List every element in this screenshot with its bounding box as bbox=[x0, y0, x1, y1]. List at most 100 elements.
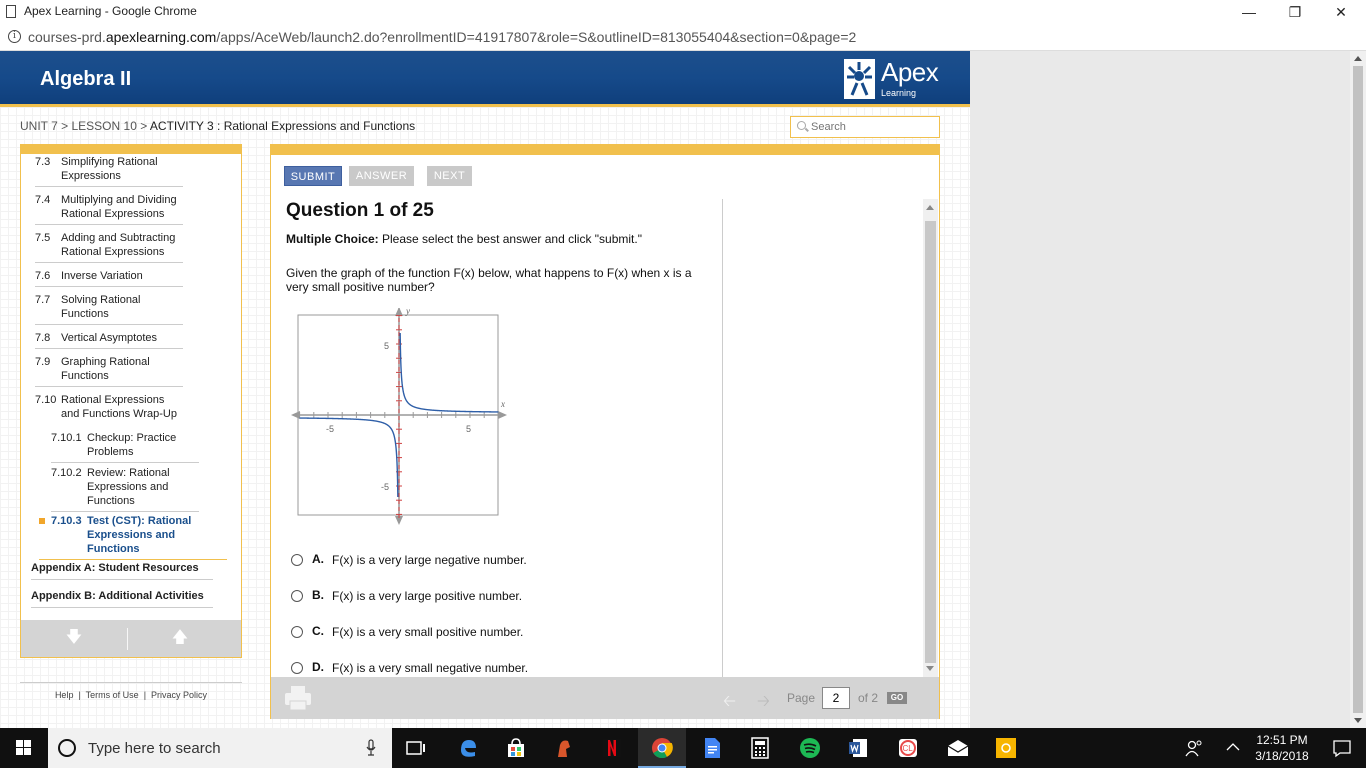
breadcrumb-unit[interactable]: UNIT 7 bbox=[20, 119, 58, 133]
choice-text: F(x) is a very large positive number. bbox=[332, 589, 523, 603]
breadcrumb-activity: ACTIVITY 3 : Rational Expressions and Fu… bbox=[149, 119, 416, 133]
mail-icon[interactable] bbox=[934, 728, 982, 768]
page-number-input[interactable] bbox=[822, 687, 850, 709]
microphone-icon[interactable] bbox=[366, 739, 376, 757]
sidebar-item-7-3[interactable]: 7.3 Simplifying Rational Expressions bbox=[35, 155, 183, 187]
x-axis-label: x bbox=[500, 399, 505, 409]
restore-button[interactable]: ❐ bbox=[1272, 0, 1318, 24]
logo-sub: Learning bbox=[881, 88, 917, 98]
item-number: 7.6 bbox=[35, 270, 51, 282]
scroll-down-icon[interactable] bbox=[926, 666, 934, 671]
sidebar-item-7-4[interactable]: 7.4 Multiplying and Dividing Rational Exp… bbox=[35, 193, 183, 225]
choice-letter: B. bbox=[312, 588, 324, 602]
scroll-up-arrow-icon[interactable]: 🡅 bbox=[170, 628, 190, 648]
sidebar-item-7-10-2[interactable]: 7.10.2 Review: Rational Expressions and F… bbox=[51, 466, 199, 512]
sidebar-appendix-b[interactable]: Appendix B: Additional Activities bbox=[31, 590, 213, 608]
url-text[interactable]: courses-prd.apexlearning.com/apps/AceWeb… bbox=[28, 29, 856, 45]
taskbar-search-text: Type here to search bbox=[88, 740, 221, 757]
radio-button[interactable] bbox=[291, 590, 303, 602]
sidebar-item-7-10-3[interactable]: 7.10.3 Test (CST): Rational Expressions a… bbox=[39, 514, 227, 560]
spotify-icon[interactable] bbox=[786, 728, 834, 768]
sidebar-item-7-8[interactable]: 7.8 Vertical Asymptotes bbox=[35, 331, 183, 349]
y-tick-label-neg5: -5 bbox=[381, 482, 389, 492]
task-view-icon[interactable] bbox=[392, 728, 440, 768]
radio-button[interactable] bbox=[291, 626, 303, 638]
radio-button[interactable] bbox=[291, 554, 303, 566]
item-label: Simplifying Rational Expressions bbox=[61, 156, 158, 182]
search-icon bbox=[797, 121, 806, 130]
next-button[interactable]: NEXT bbox=[427, 166, 472, 186]
sidebar-appendix-a[interactable]: Appendix A: Student Resources bbox=[31, 562, 213, 580]
choice-letter: D. bbox=[312, 660, 324, 674]
answer-button[interactable]: ANSWER bbox=[349, 166, 414, 186]
clipper-icon[interactable]: CL bbox=[884, 728, 932, 768]
panel-divider bbox=[722, 199, 723, 677]
y-axis-label: y bbox=[405, 308, 410, 316]
url-domain: apexlearning.com bbox=[105, 29, 217, 45]
instruction-label: Multiple Choice: bbox=[286, 232, 379, 246]
search-box[interactable] bbox=[790, 116, 940, 138]
minimize-button[interactable]: — bbox=[1226, 0, 1272, 24]
question-instruction: Multiple Choice: Please select the best … bbox=[286, 232, 642, 246]
taskbar-search[interactable]: Type here to search bbox=[48, 728, 392, 768]
item-number: 7.10.1 bbox=[51, 432, 82, 444]
address-bar[interactable]: i courses-prd.apexlearning.com/apps/AceW… bbox=[0, 24, 1366, 51]
print-icon[interactable] bbox=[284, 685, 312, 711]
google-docs-icon[interactable] bbox=[688, 728, 736, 768]
breadcrumb-lesson[interactable]: LESSON 10 bbox=[72, 119, 137, 133]
chrome-icon[interactable] bbox=[638, 728, 686, 768]
sidebar-item-7-5[interactable]: 7.5 Adding and Subtracting Rational Expre… bbox=[35, 231, 183, 263]
scroll-thumb[interactable] bbox=[1353, 66, 1363, 713]
window-titlebar: Apex Learning - Google Chrome — ❐ ✕ bbox=[0, 0, 1366, 24]
choice-letter: C. bbox=[312, 624, 324, 638]
edge-browser-icon[interactable] bbox=[444, 728, 492, 768]
scroll-down-arrow-icon[interactable]: 🡇 bbox=[64, 628, 84, 648]
question-scrollbar[interactable] bbox=[923, 199, 938, 677]
taskbar-clock[interactable]: 12:51 PM 3/18/2018 bbox=[1244, 732, 1320, 764]
netflix-icon[interactable] bbox=[588, 728, 636, 768]
terms-link[interactable]: Terms of Use bbox=[86, 690, 139, 700]
store-icon[interactable] bbox=[492, 728, 540, 768]
sidebar-item-7-7[interactable]: 7.7 Solving Rational Functions bbox=[35, 293, 183, 325]
help-link[interactable]: Help bbox=[55, 690, 74, 700]
sidebar-item-7-6[interactable]: 7.6 Inverse Variation bbox=[35, 269, 183, 287]
sidebar-scroll-buttons: 🡇 🡅 bbox=[20, 620, 242, 658]
item-number: 7.10.3 bbox=[51, 515, 82, 527]
chevron-up-icon[interactable] bbox=[1226, 742, 1240, 752]
instruction-text: Please select the best answer and click … bbox=[378, 232, 642, 246]
apex-logo-mark-icon bbox=[844, 59, 875, 99]
sidebar-item-7-10-1[interactable]: 7.10.1 Checkup: Practice Problems bbox=[51, 431, 199, 463]
scroll-up-icon[interactable] bbox=[926, 205, 934, 210]
submit-button[interactable]: SUBMIT bbox=[284, 166, 342, 186]
sidebar-item-7-9[interactable]: 7.9 Graphing Rational Functions bbox=[35, 355, 183, 387]
item-number: 7.4 bbox=[35, 194, 51, 206]
lesson-sidebar: 7.3 Simplifying Rational Expressions 7.4 M… bbox=[20, 144, 242, 658]
calculator-icon[interactable] bbox=[736, 728, 784, 768]
scroll-up-icon[interactable] bbox=[1354, 56, 1362, 61]
radio-button[interactable] bbox=[291, 662, 303, 674]
word-icon[interactable] bbox=[834, 728, 882, 768]
scroll-down-icon[interactable] bbox=[1354, 718, 1362, 723]
x-axis-right-arrow-icon bbox=[498, 411, 507, 419]
item-label: Rational Expressions and Functions Wrap-… bbox=[61, 394, 177, 420]
go-button[interactable]: GO bbox=[887, 692, 907, 704]
info-icon[interactable]: i bbox=[8, 30, 21, 43]
next-page-arrow-icon[interactable]: 🡢 bbox=[757, 690, 770, 717]
people-icon[interactable] bbox=[1184, 738, 1204, 758]
search-input[interactable] bbox=[811, 119, 931, 135]
item-number: 7.9 bbox=[35, 356, 51, 368]
choice-letter: A. bbox=[312, 552, 324, 566]
notifications-icon[interactable] bbox=[1332, 738, 1352, 758]
privacy-link[interactable]: Privacy Policy bbox=[151, 690, 207, 700]
apex-logo: Apex Learning bbox=[844, 57, 939, 101]
prev-page-arrow-icon[interactable]: 🡠 bbox=[723, 690, 736, 717]
app-yellow-icon[interactable] bbox=[982, 728, 1030, 768]
page-scrollbar[interactable] bbox=[1350, 51, 1366, 728]
app-character-icon[interactable] bbox=[540, 728, 588, 768]
item-number: 7.5 bbox=[35, 232, 51, 244]
sidebar-item-7-10[interactable]: 7.10 Rational Expressions and Functions W… bbox=[35, 393, 183, 424]
windows-start-icon[interactable] bbox=[0, 728, 48, 768]
scroll-thumb[interactable] bbox=[925, 221, 936, 663]
question-panel: SUBMIT ANSWER NEXT Question 1 of 25 Mult… bbox=[270, 144, 940, 719]
close-button[interactable]: ✕ bbox=[1318, 0, 1364, 24]
